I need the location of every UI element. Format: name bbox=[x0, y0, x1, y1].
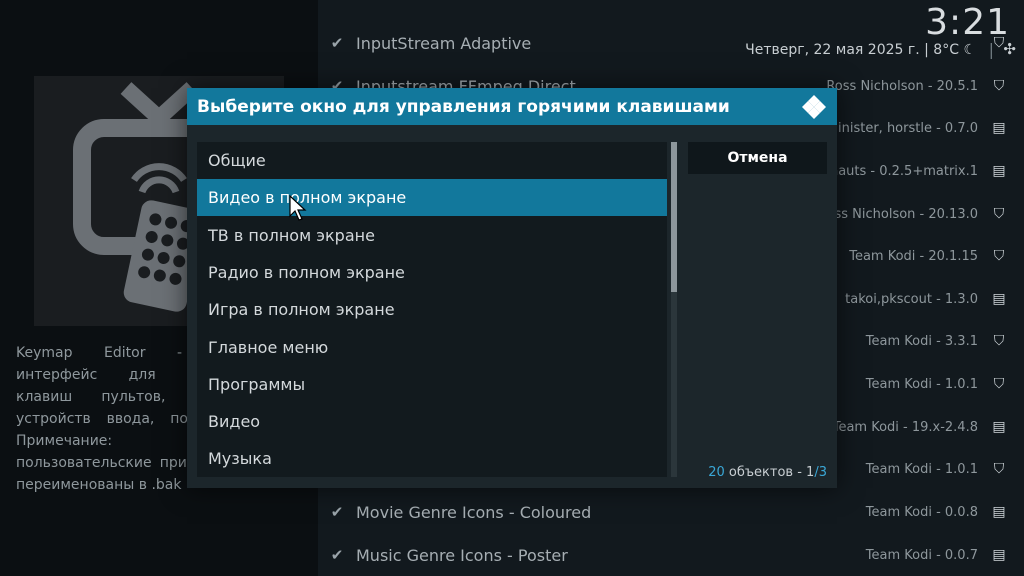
file-icon: ▤ bbox=[992, 120, 1006, 136]
clock: 3:21 bbox=[925, 2, 1010, 43]
addon-row-name: Music Genre Icons - Poster bbox=[356, 545, 568, 565]
date-weather-text: Четверг, 22 мая 2025 г. | 8°C bbox=[745, 42, 959, 58]
file-icon: ▤ bbox=[992, 419, 1006, 435]
window-list-item-label: Видео bbox=[208, 412, 261, 432]
enabled-check-icon: ✔ bbox=[330, 546, 344, 564]
check-badge-icon: ⛉ bbox=[993, 333, 1005, 349]
window-list-item-label: Программы bbox=[208, 374, 306, 394]
dialog-header: Выберите окно для управления горячими кл… bbox=[187, 88, 837, 125]
page-total: 3 bbox=[818, 465, 827, 480]
window-list-item-label: Радио в полном экране bbox=[208, 262, 405, 282]
window-list-item-label: Музыка bbox=[208, 449, 272, 469]
check-badge-icon: ⛉ bbox=[993, 248, 1005, 264]
window-list-item[interactable]: Видео в полном экране bbox=[197, 179, 667, 217]
header-separator: | bbox=[988, 40, 994, 59]
check-badge-icon: ⛉ bbox=[993, 376, 1005, 392]
addon-row-meta: Team Kodi - 1.0.1 bbox=[865, 461, 978, 477]
enabled-check-icon: ✔ bbox=[330, 503, 344, 521]
window-list-item[interactable]: Главное меню bbox=[197, 329, 667, 366]
item-count-total: 20 bbox=[708, 465, 725, 480]
date-weather: Четверг, 22 мая 2025 г. | 8°C ☾ bbox=[745, 42, 976, 58]
item-count-label: объектов - bbox=[724, 465, 807, 480]
enabled-check-icon: ✔ bbox=[330, 34, 344, 52]
scrollbar-thumb[interactable] bbox=[671, 142, 677, 292]
window-list-item[interactable]: ТВ в полном экране bbox=[197, 217, 667, 254]
window-list-item[interactable]: Общие bbox=[197, 142, 667, 179]
addon-row-meta: Ross Nicholson - 20.13.0 bbox=[818, 206, 978, 222]
window-list-item[interactable]: Музыка bbox=[197, 440, 667, 477]
file-icon: ▤ bbox=[992, 163, 1006, 179]
mouse-cursor-icon bbox=[289, 195, 307, 221]
check-badge-icon: ⛉ bbox=[993, 461, 1005, 477]
file-icon: ▤ bbox=[992, 291, 1006, 307]
addon-row-meta: takoi,pkscout - 1.3.0 bbox=[845, 291, 978, 307]
keymap-window-dialog: Выберите окно для управления горячими кл… bbox=[187, 88, 837, 488]
moon-icon: ☾ bbox=[963, 42, 976, 58]
window-list-item-label: Главное меню bbox=[208, 337, 329, 357]
window-list-item-label: Видео в полном экране bbox=[208, 188, 407, 208]
cancel-button[interactable]: Отмена bbox=[688, 142, 827, 174]
item-count: 20 объектов - 1/3 bbox=[708, 465, 827, 480]
addon-row-meta: Team Kodi - 0.0.7 bbox=[865, 547, 978, 563]
addon-row-meta: Team Kodi - 20.1.15 bbox=[849, 248, 978, 264]
addon-row-meta: Team Kodi - 1.0.1 bbox=[865, 376, 978, 392]
file-icon: ▤ bbox=[992, 504, 1006, 520]
addon-row-meta: Team Kodi - 0.0.8 bbox=[865, 504, 978, 520]
kodi-logo-icon bbox=[802, 95, 826, 119]
addon-row[interactable]: ✔ Music Genre Icons - Poster Team Kodi - 0… bbox=[318, 534, 1024, 576]
addon-row-meta: Arnauts - 0.2.5+matrix.1 bbox=[815, 163, 978, 179]
addon-row-meta: Ross Nicholson - 20.5.1 bbox=[826, 78, 978, 94]
window-list-item[interactable]: Радио в полном экране bbox=[197, 254, 667, 291]
window-list-item-label: Общие bbox=[208, 151, 266, 170]
check-badge-icon: ⛉ bbox=[993, 78, 1005, 94]
dialog-title: Выберите окно для управления горячими кл… bbox=[197, 96, 730, 117]
addon-row[interactable]: ✔ Movie Genre Icons - Coloured Team Kodi -… bbox=[318, 491, 1024, 533]
window-list[interactable]: Общие Видео в полном экране ТВ в полном эк… bbox=[197, 142, 667, 477]
window-list-item[interactable]: Видео bbox=[197, 403, 667, 440]
file-icon: ▤ bbox=[992, 547, 1006, 563]
window-list-item[interactable]: Программы bbox=[197, 366, 667, 403]
window-list-item-label: Игра в полном экране bbox=[208, 300, 395, 320]
window-list-item-label: ТВ в полном экране bbox=[208, 225, 375, 245]
list-scrollbar[interactable] bbox=[671, 142, 677, 477]
check-badge-icon: ⛉ bbox=[993, 206, 1005, 222]
addon-row-meta: Team Kodi - 3.3.1 bbox=[865, 333, 978, 349]
addon-row-name: Movie Genre Icons - Coloured bbox=[356, 502, 592, 522]
window-list-item[interactable]: Игра в полном экране bbox=[197, 291, 667, 328]
tools-icon[interactable]: ✣ bbox=[1003, 40, 1016, 58]
addon-row-meta: 0, Team Kodi - 19.x-2.4.8 bbox=[816, 419, 978, 435]
